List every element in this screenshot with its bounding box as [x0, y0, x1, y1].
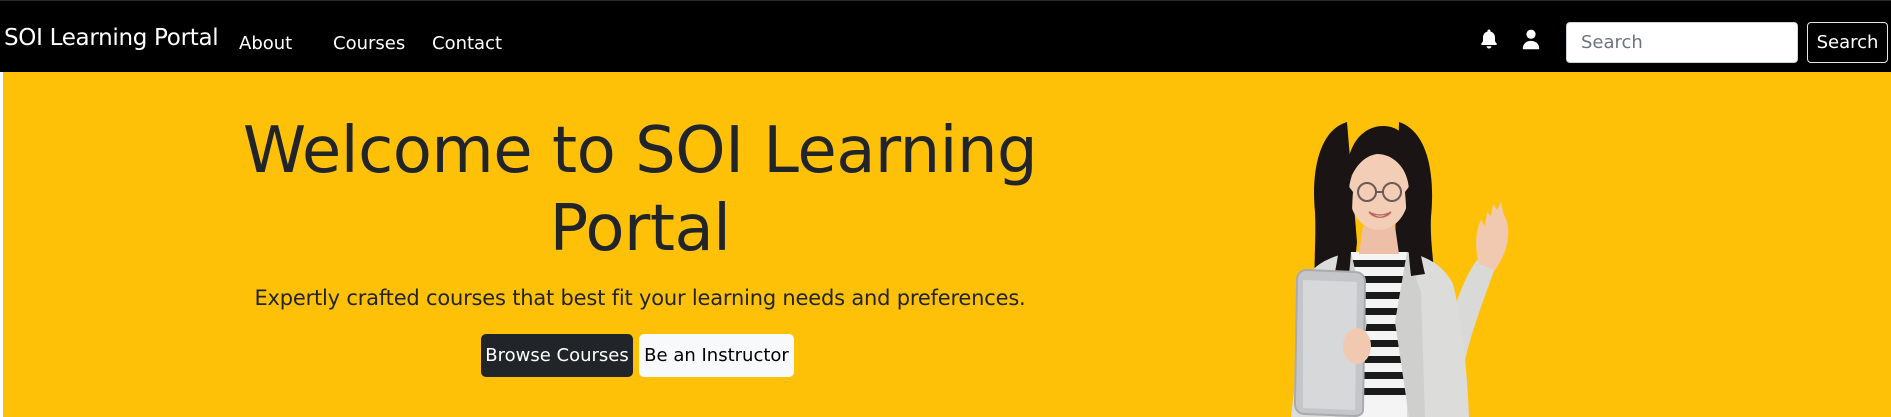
nav-link-courses[interactable]: Courses	[333, 33, 405, 54]
waving-hand	[1476, 202, 1509, 270]
bell-icon-graphic	[1481, 29, 1497, 49]
nav-link-contact[interactable]: Contact	[432, 33, 502, 54]
hero-title: Welcome to SOI Learning Portal	[242, 114, 1038, 266]
brand-link[interactable]: SOI Learning Portal	[4, 25, 219, 51]
search-button[interactable]: Search	[1807, 22, 1888, 63]
stripe	[1351, 260, 1407, 267]
navbar: SOI Learning Portal About Courses Contac…	[0, 0, 1891, 72]
hero-subtitle: Expertly crafted courses that best fit y…	[254, 286, 1026, 310]
user-icon-graphic	[1522, 29, 1540, 50]
page: SOI Learning Portal About Courses Contac…	[0, 0, 1891, 417]
be-an-instructor-button[interactable]: Be an Instructor	[639, 334, 794, 377]
neck	[1359, 226, 1399, 254]
search-input[interactable]	[1566, 22, 1798, 63]
holding-hand	[1343, 328, 1371, 364]
user-icon[interactable]	[1519, 27, 1543, 51]
nav-link-about[interactable]: About	[239, 33, 292, 54]
bell-icon[interactable]	[1477, 27, 1501, 51]
hero-woman-image	[1291, 122, 1509, 417]
hero-section: Welcome to SOI Learning Portal Expertly …	[3, 72, 1891, 417]
browse-courses-button[interactable]: Browse Courses	[481, 334, 633, 377]
